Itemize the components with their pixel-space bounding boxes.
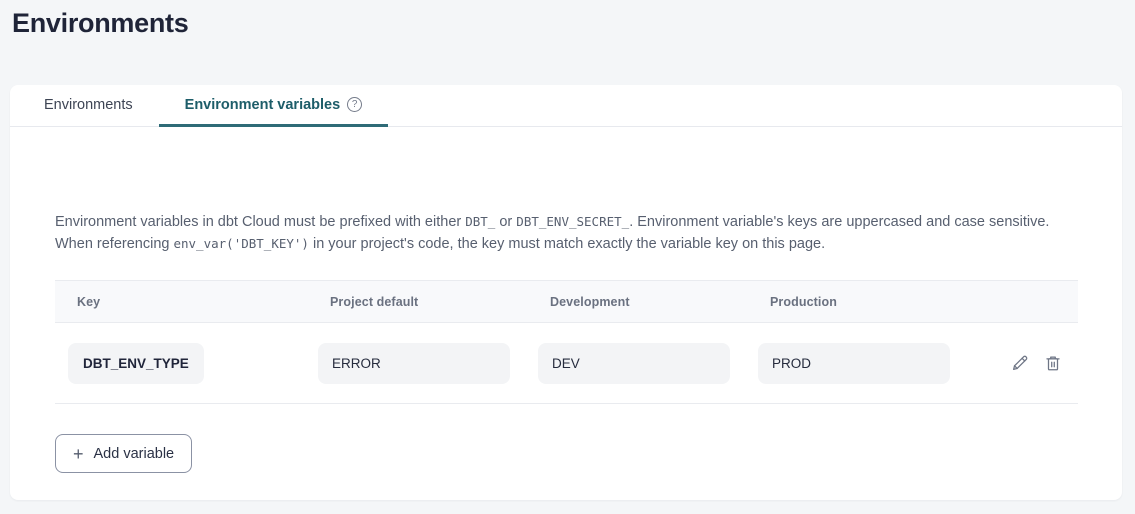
tab-bar: Environments Environment variables ? (10, 85, 1122, 127)
variables-table: Key Project default Development Producti… (55, 280, 1078, 404)
inline-code-dbt-env-secret-prefix: DBT_ENV_SECRET_ (516, 214, 629, 229)
page-title: Environments (12, 8, 188, 39)
description-text: Environment variables in dbt Cloud must … (55, 211, 1078, 255)
plus-icon: + (73, 445, 84, 463)
description-segment: in your project's code, the key must mat… (309, 236, 825, 252)
table-header-row: Key Project default Development Producti… (55, 281, 1078, 323)
column-header-key: Key (55, 295, 318, 309)
inline-code-env-var: env_var('DBT_KEY') (173, 236, 308, 251)
tab-environments[interactable]: Environments (18, 85, 159, 127)
column-header-project-default: Project default (318, 295, 538, 309)
column-header-production: Production (758, 295, 978, 309)
column-header-development: Development (538, 295, 758, 309)
inline-code-dbt-prefix: DBT_ (465, 214, 495, 229)
row-actions (978, 354, 1078, 372)
table-row: DBT_ENV_TYPE ERROR DEV PROD (55, 323, 1078, 404)
cell-key: DBT_ENV_TYPE (55, 343, 318, 384)
tab-environment-variables-label: Environment variables (185, 97, 341, 113)
development-value: DEV (538, 343, 730, 384)
tab-panel-environment-variables: Environment variables in dbt Cloud must … (10, 211, 1122, 473)
cell-production: PROD (758, 343, 978, 384)
help-icon[interactable]: ? (347, 97, 362, 112)
tab-environment-variables[interactable]: Environment variables ? (159, 85, 389, 127)
cell-development: DEV (538, 343, 758, 384)
add-variable-label: Add variable (94, 446, 175, 462)
tab-environments-label: Environments (44, 97, 133, 113)
edit-pencil-icon[interactable] (1011, 354, 1029, 372)
project-default-value: ERROR (318, 343, 510, 384)
cell-project-default: ERROR (318, 343, 538, 384)
description-segment: Environment variables in dbt Cloud must … (55, 214, 465, 230)
variable-key-chip: DBT_ENV_TYPE (68, 343, 204, 384)
production-value: PROD (758, 343, 950, 384)
description-segment: or (495, 214, 516, 230)
add-variable-button[interactable]: + Add variable (55, 434, 192, 473)
environment-variables-card: Environments Environment variables ? Env… (10, 85, 1122, 500)
delete-trash-icon[interactable] (1044, 354, 1062, 372)
